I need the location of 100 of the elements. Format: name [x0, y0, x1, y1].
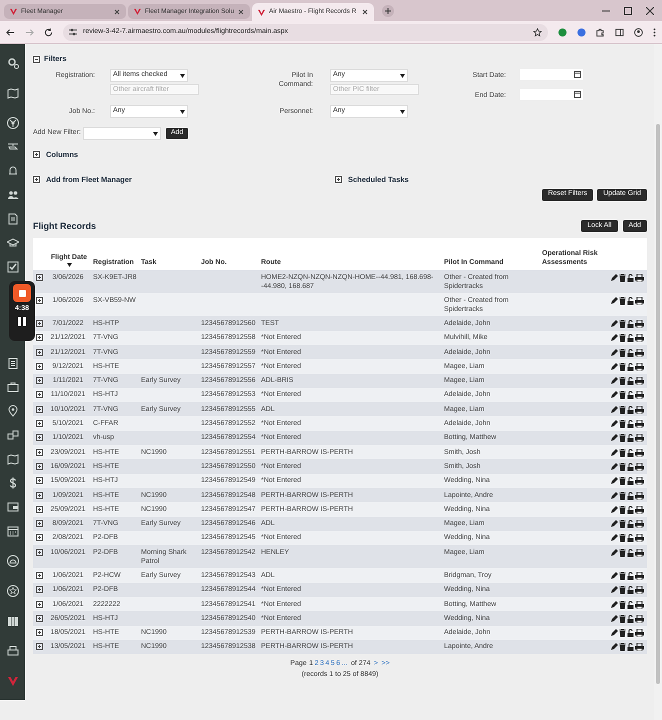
expand-row-icon[interactable] [36, 492, 42, 499]
expand-row-icon[interactable] [36, 520, 42, 528]
printer-icon[interactable] [635, 334, 644, 342]
printer-icon[interactable] [635, 586, 644, 594]
unlocked-padlock-icon[interactable] [627, 406, 634, 414]
expand-row-icon[interactable] [36, 643, 42, 650]
date-field[interactable] [520, 89, 583, 100]
menu-icon[interactable] [653, 28, 656, 36]
printer-icon[interactable] [635, 448, 644, 457]
unlocked-padlock-icon[interactable] [627, 548, 634, 557]
trash-icon[interactable] [619, 320, 626, 328]
expand-row-icon[interactable] [36, 391, 42, 398]
expand-row-icon[interactable] [36, 506, 42, 513]
expand-row-icon[interactable] [36, 334, 42, 342]
unlocked-padlock-icon[interactable] [627, 477, 634, 486]
printer-icon[interactable] [635, 492, 644, 500]
unlocked-padlock-icon[interactable] [627, 348, 634, 357]
reload-icon[interactable] [44, 28, 53, 36]
unlocked-padlock-icon[interactable] [627, 334, 634, 342]
printer-icon[interactable] [635, 600, 644, 608]
bell-icon[interactable] [6, 165, 18, 177]
printer-icon[interactable] [635, 477, 644, 486]
printer-icon[interactable] [635, 548, 644, 557]
expand-row-icon[interactable] [36, 406, 42, 413]
trash-icon[interactable] [619, 629, 626, 638]
close-icon[interactable] [362, 9, 368, 15]
expand-row-icon[interactable] [36, 586, 42, 594]
trash-icon[interactable] [619, 548, 626, 557]
trash-icon[interactable] [619, 477, 626, 486]
profile-icon[interactable] [634, 28, 643, 36]
gears-icon[interactable] [6, 57, 18, 69]
unlocked-padlock-icon[interactable] [627, 320, 634, 328]
close-icon[interactable] [646, 6, 654, 14]
expand-row-icon[interactable] [36, 600, 42, 608]
people-icon[interactable] [6, 189, 18, 201]
printer-icon[interactable] [6, 645, 18, 657]
extension-icon[interactable] [558, 28, 567, 36]
trash-icon[interactable] [619, 391, 626, 400]
network-icon[interactable] [6, 117, 18, 129]
unlocked-padlock-icon[interactable] [627, 586, 634, 594]
unlocked-padlock-icon[interactable] [627, 506, 634, 514]
expand-row-icon[interactable] [36, 434, 42, 442]
expand-row-icon[interactable] [36, 448, 42, 456]
printer-icon[interactable] [635, 643, 644, 652]
unlocked-padlock-icon[interactable] [627, 572, 634, 580]
pause-icon[interactable] [18, 316, 26, 326]
unlocked-padlock-icon[interactable] [627, 434, 634, 442]
trash-icon[interactable] [619, 434, 626, 442]
printer-icon[interactable] [635, 520, 644, 528]
pencil-icon[interactable] [610, 274, 618, 282]
printer-icon[interactable] [635, 362, 644, 371]
unlocked-padlock-icon[interactable] [627, 643, 634, 652]
trash-icon[interactable] [619, 534, 626, 542]
printer-icon[interactable] [635, 614, 644, 623]
unlocked-padlock-icon[interactable] [627, 534, 634, 542]
trash-icon[interactable] [619, 362, 626, 371]
calendar-icon[interactable] [574, 91, 581, 98]
extension-icon[interactable] [577, 28, 586, 36]
unlocked-padlock-icon[interactable] [627, 629, 634, 638]
trash-icon[interactable] [619, 296, 626, 305]
expand-icon[interactable] [33, 176, 40, 184]
printer-icon[interactable] [635, 377, 644, 386]
printer-icon[interactable] [635, 420, 644, 428]
briefcase-icon[interactable] [6, 381, 18, 393]
trash-icon[interactable] [619, 586, 626, 594]
unlocked-padlock-icon[interactable] [627, 274, 634, 282]
boxes-icon[interactable] [6, 429, 18, 441]
trash-icon[interactable] [619, 420, 626, 428]
trash-icon[interactable] [619, 572, 626, 580]
unlocked-padlock-icon[interactable] [627, 600, 634, 608]
printer-icon[interactable] [635, 391, 644, 400]
collapse-icon[interactable] [33, 56, 40, 62]
printer-icon[interactable] [635, 320, 644, 328]
star-icon[interactable] [533, 28, 542, 36]
checkbox-icon[interactable] [6, 261, 18, 273]
trash-icon[interactable] [619, 600, 626, 608]
puzzle-icon[interactable] [596, 28, 605, 36]
unlocked-padlock-icon[interactable] [627, 520, 634, 528]
expand-row-icon[interactable] [36, 377, 42, 384]
close-icon[interactable] [114, 8, 120, 14]
printer-icon[interactable] [635, 406, 644, 414]
clipboard-icon[interactable] [6, 357, 18, 369]
map-icon[interactable] [6, 453, 18, 465]
printer-icon[interactable] [635, 296, 644, 305]
unlocked-padlock-icon[interactable] [627, 462, 634, 471]
map-icon[interactable] [6, 87, 18, 99]
unlocked-padlock-icon[interactable] [627, 448, 634, 457]
expand-row-icon[interactable] [36, 548, 42, 556]
printer-icon[interactable] [635, 572, 644, 580]
trash-icon[interactable] [619, 643, 626, 652]
expand-row-icon[interactable] [36, 320, 42, 327]
trash-icon[interactable] [619, 274, 626, 282]
calendar-icon[interactable] [574, 71, 581, 78]
printer-icon[interactable] [635, 462, 644, 471]
stop-recording-button[interactable] [13, 284, 31, 302]
sort-descending-icon[interactable] [66, 263, 72, 267]
trash-icon[interactable] [619, 377, 626, 386]
expand-row-icon[interactable] [36, 572, 42, 579]
printer-icon[interactable] [635, 629, 644, 638]
expand-row-icon[interactable] [36, 274, 42, 281]
